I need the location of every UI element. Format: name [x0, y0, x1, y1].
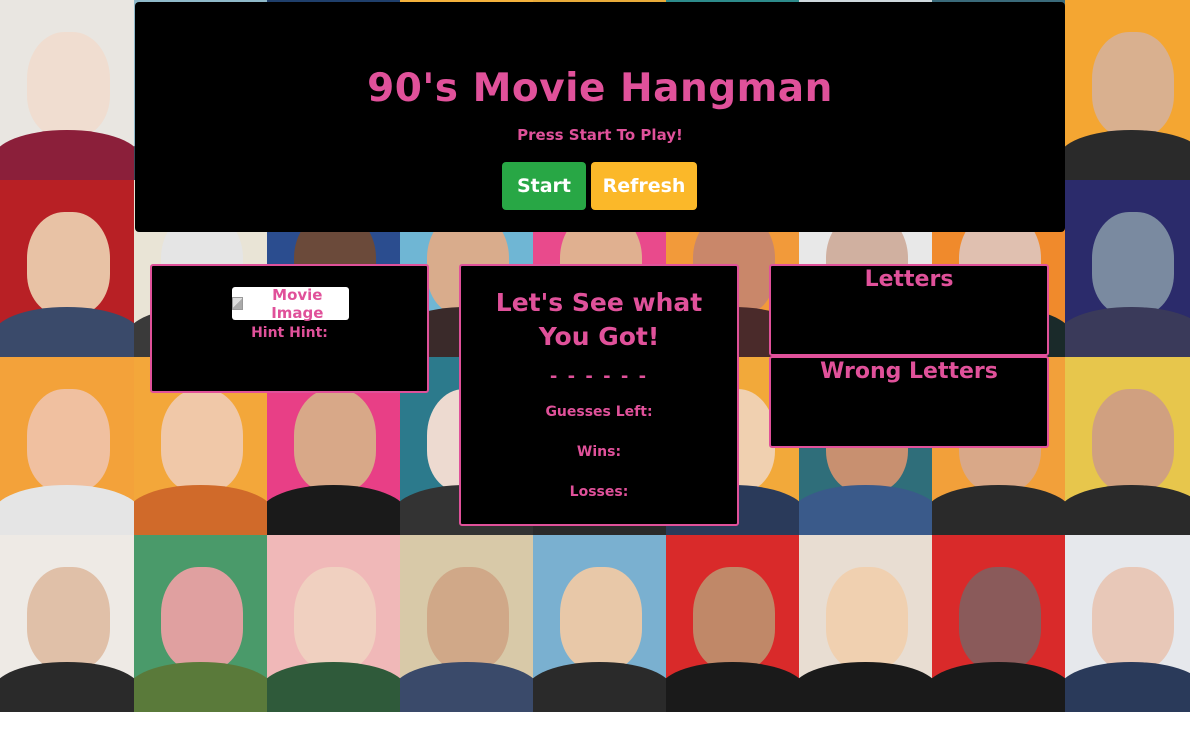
poster-tile — [932, 535, 1065, 712]
poster-tile — [400, 535, 533, 712]
header-panel: 90's Movie Hangman Press Start To Play! … — [135, 2, 1065, 232]
movie-image-alt-text: Movie Image — [271, 285, 324, 322]
portrait-head — [160, 389, 244, 493]
hint-label: Hint Hint: — [251, 325, 328, 341]
game-panel: Let's See what You Got! - - - - - - Gues… — [459, 264, 739, 526]
subtitle-text: Press Start To Play! — [517, 126, 683, 144]
portrait-body — [267, 485, 400, 535]
portrait-body — [0, 662, 134, 712]
poster-tile — [134, 535, 267, 712]
wrong-letters-title: Wrong Letters — [820, 359, 998, 384]
poster-tile — [267, 535, 400, 712]
word-blanks: - - - - - - — [549, 366, 649, 387]
portrait-head — [26, 389, 110, 493]
wrong-letters-panel: Wrong Letters — [769, 356, 1049, 448]
poster-tile — [0, 0, 134, 180]
portrait-head — [26, 211, 110, 315]
portrait-body — [1065, 485, 1190, 535]
portrait-body — [799, 485, 932, 535]
portrait-head — [692, 566, 776, 670]
poster-tile — [799, 535, 932, 712]
page-title: 90's Movie Hangman — [367, 66, 833, 111]
portrait-body — [0, 307, 134, 357]
game-heading-line2: You Got! — [538, 322, 660, 351]
portrait-body — [799, 662, 932, 712]
portrait-body — [0, 485, 134, 535]
poster-tile — [0, 535, 134, 712]
portrait-body — [134, 485, 267, 535]
portrait-body — [267, 662, 400, 712]
portrait-head — [426, 566, 510, 670]
portrait-body — [1065, 307, 1190, 357]
poster-tile — [1065, 535, 1190, 712]
portrait-head — [958, 566, 1042, 670]
poster-tile — [0, 357, 134, 535]
portrait-head — [1091, 211, 1175, 315]
letters-panel: Letters — [769, 264, 1049, 356]
poster-tile — [1065, 357, 1190, 535]
portrait-head — [293, 389, 377, 493]
movie-image: Movie Image — [232, 285, 349, 322]
poster-tile — [666, 535, 799, 712]
portrait-head — [559, 566, 643, 670]
portrait-head — [160, 566, 244, 670]
portrait-head — [825, 566, 909, 670]
poster-tile — [1065, 0, 1190, 180]
game-heading-line1: Let's See what — [495, 288, 703, 317]
poster-tile — [0, 180, 134, 357]
portrait-body — [932, 662, 1065, 712]
start-button[interactable]: Start — [502, 162, 586, 210]
image-hint-panel: Movie Image Hint Hint: — [150, 264, 429, 393]
portrait-head — [293, 566, 377, 670]
poster-tile — [533, 535, 666, 712]
portrait-head — [1091, 389, 1175, 493]
guesses-left-label: Guesses Left: — [545, 404, 653, 420]
portrait-body — [400, 662, 533, 712]
portrait-head — [26, 566, 110, 670]
portrait-body — [666, 662, 799, 712]
wins-label: Wins: — [576, 444, 622, 460]
portrait-body — [134, 662, 267, 712]
poster-tile — [1065, 180, 1190, 357]
portrait-head — [26, 32, 110, 137]
portrait-body — [932, 485, 1065, 535]
broken-image-icon — [232, 297, 243, 310]
portrait-body — [1065, 662, 1190, 712]
refresh-button[interactable]: Refresh — [591, 162, 697, 210]
losses-label: Losses: — [569, 484, 629, 500]
game-heading: Let's See what You Got! — [461, 286, 737, 354]
portrait-head — [1091, 32, 1175, 137]
letters-title: Letters — [864, 267, 954, 292]
portrait-head — [1091, 566, 1175, 670]
portrait-body — [533, 662, 666, 712]
portrait-body — [1065, 129, 1190, 180]
portrait-body — [0, 129, 134, 180]
